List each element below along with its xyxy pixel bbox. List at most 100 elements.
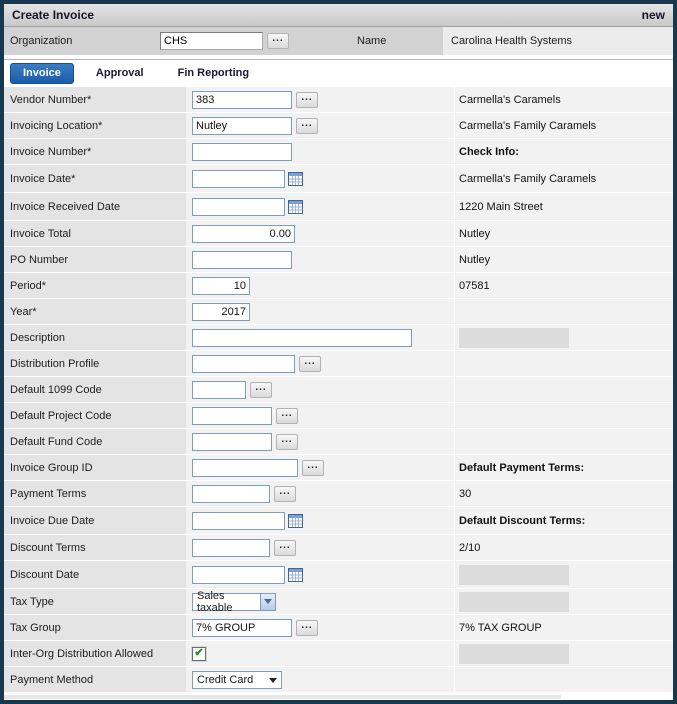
chevron-down-icon bbox=[260, 594, 275, 610]
field-label: Period* bbox=[4, 273, 186, 298]
discount-date-input[interactable] bbox=[192, 566, 285, 584]
location-name-text: Carmella's Family Caramels bbox=[459, 120, 596, 132]
default-project-code-input[interactable] bbox=[192, 407, 272, 425]
field-label: Discount Terms bbox=[4, 535, 186, 560]
field-label: Distribution Profile bbox=[4, 351, 186, 376]
lookup-ellipsis-icon[interactable]: ... bbox=[296, 92, 318, 108]
tab-approval[interactable]: Approval bbox=[84, 64, 156, 83]
field-label: Description bbox=[4, 325, 186, 350]
row-default-1099-code: Default 1099 Code ... bbox=[4, 377, 673, 403]
distribution-profile-input[interactable] bbox=[192, 355, 295, 373]
lookup-ellipsis-icon[interactable]: ... bbox=[250, 382, 272, 398]
invoice-number-input[interactable] bbox=[192, 143, 292, 161]
field-label: Payment Method bbox=[4, 667, 186, 692]
invoice-received-date-input[interactable] bbox=[192, 198, 285, 216]
row-po-number: PO Number Nutley bbox=[4, 247, 673, 273]
invoice-date-input[interactable] bbox=[192, 170, 285, 188]
check-city2-text: Nutley bbox=[459, 254, 490, 266]
default-payment-terms-heading: Default Payment Terms: bbox=[459, 462, 584, 474]
bottom-strip bbox=[4, 695, 561, 699]
row-discount-terms: Discount Terms ... 2/10 bbox=[4, 535, 673, 561]
lookup-ellipsis-icon[interactable]: ... bbox=[296, 620, 318, 636]
default-discount-terms-heading: Default Discount Terms: bbox=[459, 515, 585, 527]
period-input[interactable] bbox=[192, 277, 250, 295]
field-label: Invoice Group ID bbox=[4, 455, 186, 480]
create-invoice-window: Create Invoice new Organization ... Name… bbox=[0, 0, 677, 704]
row-invoice-total: Invoice Total Nutley bbox=[4, 221, 673, 247]
tax-type-select[interactable]: Sales taxable bbox=[192, 593, 276, 611]
lookup-ellipsis-icon[interactable]: ... bbox=[276, 434, 298, 450]
disabled-display-field bbox=[459, 592, 569, 612]
field-label: Year* bbox=[4, 299, 186, 324]
row-default-project-code: Default Project Code ... bbox=[4, 403, 673, 429]
check-street-text: 1220 Main Street bbox=[459, 201, 543, 213]
check-info-heading: Check Info: bbox=[459, 146, 519, 158]
row-payment-method: Payment Method Credit Card bbox=[4, 667, 673, 693]
default-1099-code-input[interactable] bbox=[192, 381, 246, 399]
field-label: Vendor Number* bbox=[4, 87, 186, 112]
field-label: Default Project Code bbox=[4, 403, 186, 428]
tax-group-value-text: 7% TAX GROUP bbox=[459, 622, 542, 634]
check-icon: ✔ bbox=[194, 648, 203, 659]
disabled-display-field bbox=[459, 565, 569, 585]
field-label: Payment Terms bbox=[4, 481, 186, 506]
disabled-display-field bbox=[459, 644, 569, 664]
field-label: Inter-Org Distribution Allowed bbox=[4, 641, 186, 666]
row-invoice-date: Invoice Date* Carmella's Family Caramels bbox=[4, 165, 673, 193]
vendor-number-input[interactable] bbox=[192, 91, 292, 109]
lookup-ellipsis-icon[interactable]: ... bbox=[299, 356, 321, 372]
lookup-ellipsis-icon[interactable]: ... bbox=[296, 118, 318, 134]
row-year: Year* bbox=[4, 299, 673, 325]
vendor-name-text: Carmella's Caramels bbox=[459, 94, 561, 106]
tax-type-selected-value: Sales taxable bbox=[197, 590, 256, 614]
row-invoice-due-date: Invoice Due Date Default Discount Terms: bbox=[4, 507, 673, 535]
check-zip-text: 07581 bbox=[459, 280, 490, 292]
payment-terms-input[interactable] bbox=[192, 485, 270, 503]
organization-name-value: Carolina Health Systems bbox=[443, 27, 673, 55]
lookup-ellipsis-icon[interactable]: ... bbox=[276, 408, 298, 424]
default-discount-terms-value: 2/10 bbox=[459, 542, 480, 554]
discount-terms-input[interactable] bbox=[192, 539, 270, 557]
field-label: Invoicing Location* bbox=[4, 113, 186, 138]
invoicing-location-input[interactable] bbox=[192, 117, 292, 135]
field-label: PO Number bbox=[4, 247, 186, 272]
invoice-due-date-input[interactable] bbox=[192, 512, 285, 530]
organization-input[interactable] bbox=[160, 32, 263, 50]
year-input[interactable] bbox=[192, 303, 250, 321]
calendar-icon[interactable] bbox=[288, 200, 303, 214]
name-label: Name bbox=[347, 27, 443, 55]
lookup-ellipsis-icon[interactable]: ... bbox=[274, 540, 296, 556]
field-label: Tax Type bbox=[4, 589, 186, 614]
invoice-total-input[interactable] bbox=[192, 225, 295, 243]
page-title: Create Invoice bbox=[12, 8, 94, 22]
check-payee-text: Carmella's Family Caramels bbox=[459, 173, 596, 185]
default-fund-code-input[interactable] bbox=[192, 433, 272, 451]
po-number-input[interactable] bbox=[192, 251, 292, 269]
field-label: Discount Date bbox=[4, 561, 186, 588]
calendar-icon[interactable] bbox=[288, 172, 303, 186]
row-vendor-number: Vendor Number* ... Carmella's Caramels bbox=[4, 87, 673, 113]
invoice-group-id-input[interactable] bbox=[192, 459, 298, 477]
payment-method-select[interactable]: Credit Card bbox=[192, 671, 282, 689]
description-input[interactable] bbox=[192, 329, 412, 347]
invoice-form: Vendor Number* ... Carmella's Caramels I… bbox=[4, 87, 673, 693]
disabled-display-field bbox=[459, 328, 569, 348]
tax-group-input[interactable] bbox=[192, 619, 292, 637]
tab-fin-reporting[interactable]: Fin Reporting bbox=[166, 64, 262, 83]
row-inter-org-distribution: Inter-Org Distribution Allowed ✔ bbox=[4, 641, 673, 667]
field-label: Invoice Total bbox=[4, 221, 186, 246]
field-label: Invoice Date* bbox=[4, 165, 186, 192]
check-city-text: Nutley bbox=[459, 228, 490, 240]
row-tax-group: Tax Group ... 7% TAX GROUP bbox=[4, 615, 673, 641]
calendar-icon[interactable] bbox=[288, 514, 303, 528]
lookup-ellipsis-icon[interactable]: ... bbox=[302, 460, 324, 476]
row-description: Description bbox=[4, 325, 673, 351]
inter-org-distribution-checkbox[interactable]: ✔ bbox=[192, 647, 206, 661]
organization-bar: Organization ... Name Carolina Health Sy… bbox=[4, 27, 673, 55]
tab-invoice[interactable]: Invoice bbox=[10, 63, 74, 84]
record-status-badge: new bbox=[642, 8, 665, 22]
lookup-ellipsis-icon[interactable]: ... bbox=[267, 33, 289, 49]
field-label: Invoice Received Date bbox=[4, 193, 186, 220]
lookup-ellipsis-icon[interactable]: ... bbox=[274, 486, 296, 502]
calendar-icon[interactable] bbox=[288, 568, 303, 582]
